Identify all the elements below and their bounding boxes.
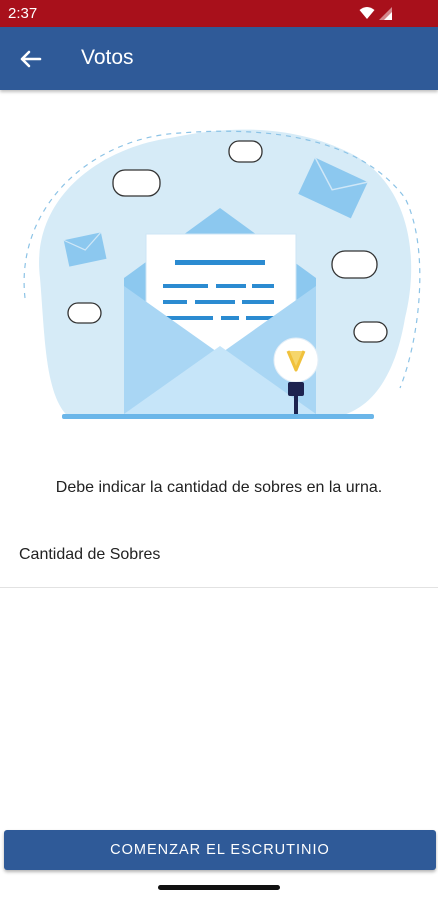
- status-icons: [359, 6, 392, 20]
- status-time: 2:37: [8, 5, 38, 22]
- field-label: Cantidad de Sobres: [19, 546, 161, 563]
- wifi-icon: [359, 7, 375, 19]
- status-bar: 2:37: [0, 0, 438, 27]
- navigation-bar: [0, 876, 438, 900]
- app-bar: Votos: [0, 27, 438, 90]
- arrow-left-icon[interactable]: [14, 43, 46, 75]
- envelope-illustration: [23, 129, 421, 419]
- page-title: Votos: [81, 46, 134, 69]
- sobres-quantity-field[interactable]: Cantidad de Sobres: [0, 535, 438, 588]
- instruction-text: Debe indicar la cantidad de sobres en la…: [55, 479, 383, 496]
- start-count-button[interactable]: COMENZAR EL ESCRUTINIO: [4, 830, 436, 870]
- signal-icon: [379, 6, 392, 20]
- home-handle[interactable]: [158, 885, 280, 890]
